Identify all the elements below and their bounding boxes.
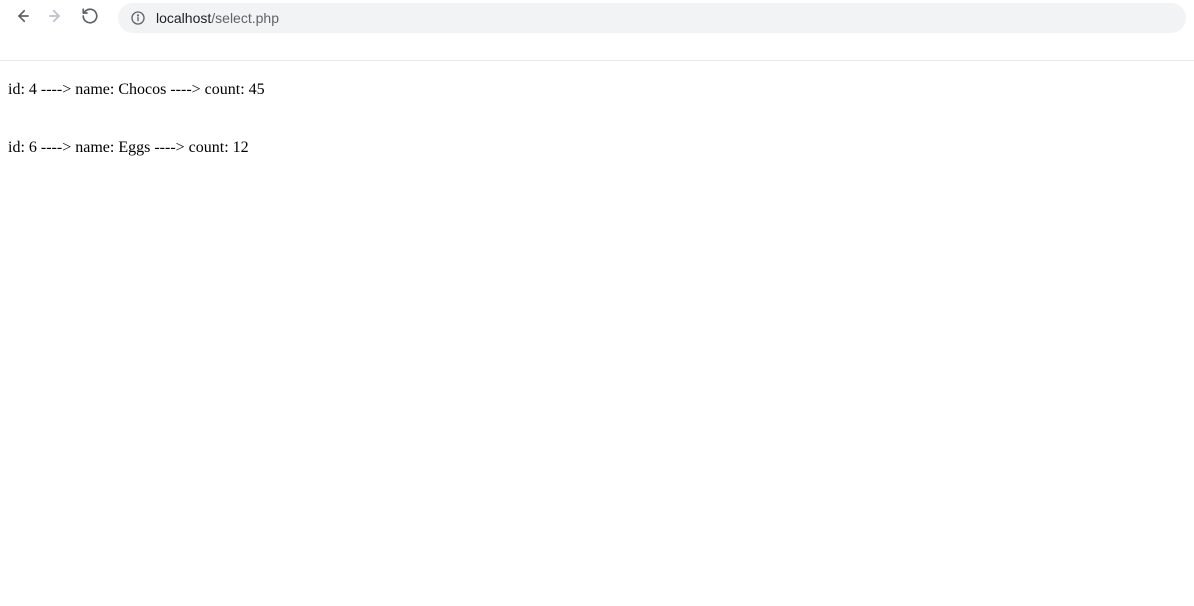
count-label: count: [205, 81, 249, 98]
separator: ----> [37, 139, 75, 156]
separator: ----> [37, 81, 75, 98]
reload-button[interactable] [76, 4, 104, 32]
arrow-left-icon [13, 7, 31, 30]
name-value: Chocos [118, 81, 166, 98]
count-value: 12 [233, 139, 249, 156]
separator: ----> [150, 139, 188, 156]
id-label: id: [8, 81, 29, 98]
arrow-right-icon [47, 7, 65, 30]
url-text: localhost/select.php [156, 10, 279, 26]
forward-button[interactable] [42, 4, 70, 32]
url-path: /select.php [211, 10, 279, 26]
id-value: 4 [29, 81, 37, 98]
reload-icon [81, 7, 99, 30]
name-value: Eggs [118, 139, 150, 156]
url-host: localhost [156, 10, 211, 26]
name-label: name: [75, 81, 118, 98]
count-value: 45 [249, 81, 265, 98]
back-button[interactable] [8, 4, 36, 32]
id-value: 6 [29, 139, 37, 156]
page-content: id: 4 ----> name: Chocos ----> count: 45… [0, 61, 1194, 204]
browser-toolbar: localhost/select.php [0, 0, 1194, 36]
record-row: id: 6 ----> name: Eggs ----> count: 12 [8, 137, 1186, 159]
address-bar[interactable]: localhost/select.php [118, 3, 1186, 33]
record-row: id: 4 ----> name: Chocos ----> count: 45 [8, 79, 1186, 101]
separator: ----> [166, 81, 204, 98]
id-label: id: [8, 139, 29, 156]
count-label: count: [189, 139, 233, 156]
info-icon [130, 10, 146, 26]
name-label: name: [75, 139, 118, 156]
